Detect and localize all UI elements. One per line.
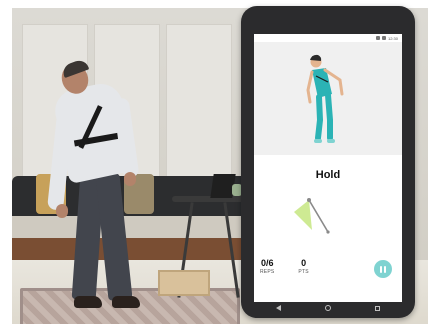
stats-row: 0/6 REPS 0 PTS — [260, 258, 309, 275]
avatar-hair — [310, 54, 322, 61]
person-side-bend — [47, 57, 158, 324]
app-screen: 12:30 Hold 0/6 REPS 0 PTS — [254, 34, 402, 302]
wifi-icon — [375, 36, 380, 40]
angle-tip — [326, 230, 330, 234]
wooden-crate — [158, 270, 210, 296]
angle-pivot — [307, 198, 311, 202]
angle-wedge — [294, 200, 312, 230]
nav-back-icon[interactable] — [276, 305, 281, 311]
avatar-shoe — [327, 139, 335, 143]
points-value: 0 — [301, 258, 307, 268]
pause-icon — [384, 265, 386, 273]
angle-pointer — [308, 199, 329, 233]
angle-meter — [292, 192, 362, 257]
nav-home-icon[interactable] — [325, 305, 331, 311]
tablet-device: 12:30 Hold 0/6 REPS 0 PTS — [241, 6, 415, 318]
avatar-side-bend-figure — [306, 54, 344, 143]
person-shoe — [112, 296, 140, 308]
avatar-shoe — [314, 139, 322, 143]
person-hand — [56, 204, 68, 218]
avatar-leg — [315, 94, 324, 141]
android-nav-bar — [254, 302, 402, 314]
reps-value: 0/6 — [260, 258, 274, 268]
angle-gauge — [294, 198, 330, 234]
wall-panel — [166, 24, 232, 194]
person-hand — [124, 172, 136, 186]
person-shoe — [74, 296, 102, 308]
pause-icon — [380, 265, 382, 273]
side-table — [172, 196, 246, 202]
status-bar: 12:30 — [254, 34, 402, 42]
exercise-illustration — [254, 42, 402, 155]
points-label: PTS — [298, 269, 309, 275]
points-stat: 0 PTS — [298, 258, 308, 275]
person-leg — [95, 173, 133, 301]
avatar-leg — [325, 92, 333, 141]
avatar-arm-lowered — [306, 70, 314, 104]
reps-stat: 0/6 REPS — [260, 258, 274, 275]
nav-recent-icon[interactable] — [375, 305, 380, 311]
reps-label: REPS — [260, 269, 275, 275]
status-time: 12:30 — [387, 35, 398, 41]
pause-button[interactable] — [374, 260, 392, 278]
battery-icon — [381, 36, 386, 40]
exercise-state-label: Hold — [315, 169, 341, 181]
